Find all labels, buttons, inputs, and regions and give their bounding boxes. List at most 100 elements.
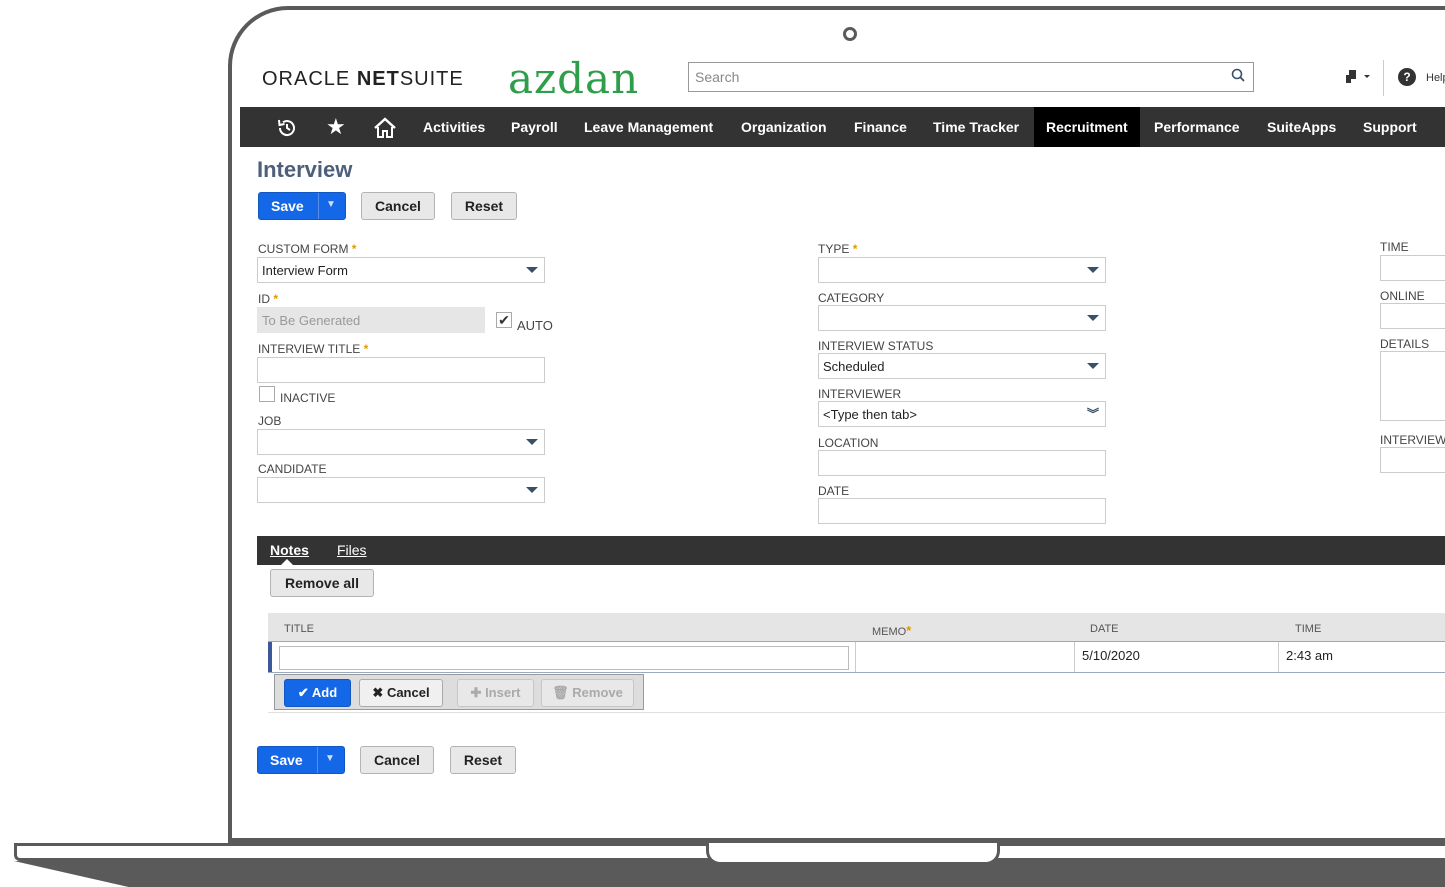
candidate-select[interactable]: [257, 477, 545, 503]
save-menu-arrow-icon[interactable]: ▼: [326, 199, 336, 210]
laptop-notch: [706, 843, 1000, 865]
custom-form-label: CUSTOM FORM *: [258, 242, 357, 256]
reset-button-bottom[interactable]: Reset: [450, 746, 516, 774]
row-action-toolbar: ✔ Add ✖ Cancel ✚ Insert 🗑 Remove: [274, 674, 644, 710]
help-link[interactable]: Help: [1426, 72, 1445, 84]
chevron-down-icon: [1087, 363, 1099, 369]
time-label: TIME: [1380, 240, 1409, 254]
details-label: DETAILS: [1380, 337, 1430, 351]
logo-suite-text: SUITE: [399, 68, 464, 90]
save-button-label: Save: [271, 198, 304, 214]
interview-title-label: INTERVIEW TITLE *: [258, 342, 369, 356]
cancel-button[interactable]: Cancel: [361, 192, 435, 220]
note-title-input[interactable]: [279, 646, 849, 670]
app-screen: ORACLE NETSUITE azdan Search ? Help ★ Ac…: [240, 50, 1445, 830]
save-button-bottom[interactable]: Save ▼: [257, 746, 345, 774]
interview-status-select[interactable]: Scheduled: [818, 353, 1106, 379]
search-placeholder: Search: [695, 69, 740, 85]
column-header-date: DATE: [1090, 623, 1119, 635]
logo-net-text: NET: [356, 68, 400, 90]
job-label: JOB: [258, 414, 282, 428]
active-tab-indicator: [281, 559, 293, 565]
nav-performance[interactable]: Performance: [1154, 107, 1240, 147]
custom-form-value: Interview Form: [262, 263, 348, 278]
cell-divider: [1074, 642, 1075, 672]
interview-extra-label: INTERVIEW: [1380, 433, 1445, 447]
star-icon[interactable]: ★: [326, 107, 346, 147]
custom-form-select[interactable]: Interview Form: [257, 257, 545, 283]
category-select[interactable]: [818, 305, 1106, 331]
nav-support[interactable]: Support: [1363, 107, 1417, 147]
job-select[interactable]: [257, 429, 545, 455]
interview-extra-input[interactable]: [1380, 447, 1445, 473]
check-icon: ✔: [297, 685, 309, 700]
chevron-down-icon: [1087, 315, 1099, 321]
nav-leave-management[interactable]: Leave Management: [584, 107, 713, 147]
reset-button[interactable]: Reset: [451, 192, 517, 220]
online-url-input[interactable]: [1380, 303, 1445, 329]
row-edit-indicator: [268, 642, 272, 672]
remove-row-button[interactable]: 🗑 Remove: [541, 679, 634, 707]
insert-row-button[interactable]: ✚ Insert: [457, 679, 534, 707]
nav-finance[interactable]: Finance: [854, 107, 907, 147]
inactive-checkbox[interactable]: [259, 386, 275, 402]
tab-files[interactable]: Files: [337, 542, 367, 558]
laptop-base: [14, 843, 1445, 887]
nav-recruitment[interactable]: Recruitment: [1034, 107, 1140, 147]
column-header-title: TITLE: [284, 623, 314, 635]
page-title: Interview: [257, 157, 353, 182]
save-menu-arrow-icon[interactable]: ▼: [325, 753, 335, 764]
home-icon[interactable]: [373, 107, 397, 147]
type-label: TYPE *: [818, 242, 858, 256]
subtab-bar: Notes Files: [257, 536, 1445, 565]
id-label: ID *: [258, 292, 279, 306]
chevron-down-icon: [526, 267, 538, 273]
nav-time-tracker[interactable]: Time Tracker: [933, 107, 1019, 147]
interviewer-field[interactable]: <Type then tab> ︾: [818, 401, 1106, 427]
insert-label: Insert: [485, 685, 521, 700]
candidate-label: CANDIDATE: [258, 462, 327, 476]
cancel-row-button[interactable]: ✖ Cancel: [359, 679, 443, 707]
close-icon: ✖: [372, 685, 384, 700]
main-nav: ★ Activities Payroll Leave Management Or…: [240, 107, 1445, 147]
header-divider: [1383, 60, 1384, 96]
chevron-down-icon: [526, 487, 538, 493]
cell-divider: [1278, 642, 1279, 672]
column-header-memo: MEMO*: [872, 623, 912, 638]
date-input[interactable]: [818, 498, 1106, 524]
auto-checkbox[interactable]: ✔: [496, 312, 512, 328]
nav-suiteapps[interactable]: SuiteApps: [1267, 107, 1336, 147]
location-input[interactable]: [818, 450, 1106, 476]
interview-title-input[interactable]: [257, 357, 545, 383]
time-input[interactable]: [1380, 255, 1445, 281]
interviewer-value: <Type then tab>: [823, 407, 917, 422]
auto-label: AUTO: [517, 318, 553, 333]
cell-divider: [855, 642, 856, 672]
cancel-button-bottom[interactable]: Cancel: [360, 746, 434, 774]
double-chevron-down-icon[interactable]: ︾: [1087, 405, 1099, 422]
interview-status-value: Scheduled: [823, 359, 885, 374]
interview-status-label: INTERVIEW STATUS: [818, 339, 934, 353]
nav-payroll[interactable]: Payroll: [511, 107, 558, 147]
search-icon[interactable]: [1231, 68, 1245, 82]
oracle-netsuite-logo[interactable]: ORACLE NETSUITE: [262, 68, 464, 91]
recent-history-icon[interactable]: [276, 107, 298, 147]
global-search-input[interactable]: Search: [688, 62, 1254, 92]
type-select[interactable]: [818, 257, 1106, 283]
location-label: LOCATION: [818, 436, 879, 450]
nav-activities[interactable]: Activities: [423, 107, 485, 147]
chevron-down-icon: [526, 439, 538, 445]
note-time-cell[interactable]: 2:43 am: [1286, 648, 1333, 663]
remove-all-button[interactable]: Remove all: [270, 569, 374, 597]
table-row[interactable]: 5/10/2020 2:43 am: [268, 641, 1445, 673]
help-icon[interactable]: ?: [1398, 68, 1416, 86]
details-textarea[interactable]: [1380, 351, 1445, 421]
note-date-cell[interactable]: 5/10/2020: [1082, 648, 1140, 663]
add-row-button[interactable]: ✔ Add: [284, 679, 351, 707]
nav-organization[interactable]: Organization: [741, 107, 827, 147]
save-button[interactable]: Save ▼: [258, 192, 346, 220]
interviewer-label: INTERVIEWER: [818, 387, 902, 401]
role-switch-icon[interactable]: [1345, 68, 1371, 87]
tab-notes[interactable]: Notes: [270, 542, 309, 558]
cancel-row-label: Cancel: [386, 685, 430, 700]
